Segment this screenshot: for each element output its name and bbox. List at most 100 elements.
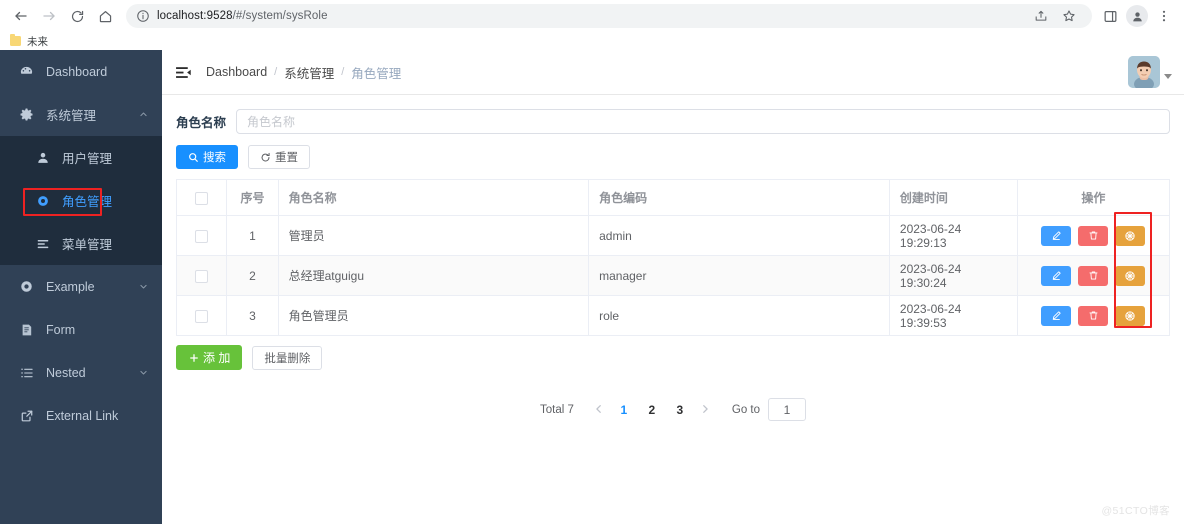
collapse-menu-icon[interactable]: [170, 59, 196, 85]
chevron-right-icon[interactable]: [694, 403, 716, 417]
address-bar[interactable]: localhost:9528/#/system/sysRole: [126, 4, 1092, 28]
sidebar-item-role-management[interactable]: 角色管理: [0, 179, 162, 222]
role-name-label: 角色名称: [176, 116, 227, 130]
assign-permission-icon[interactable]: [1115, 305, 1146, 326]
pagination-goto-input[interactable]: [768, 398, 807, 421]
search-button-label: 搜索: [203, 152, 226, 164]
sidebar-item-form[interactable]: Form: [0, 308, 162, 351]
reset-button-label: 重置: [275, 152, 298, 164]
role-table: 序号 角色名称 角色编码 创建时间 操作 1 管理员 admin 2023-06…: [175, 179, 1171, 336]
share-icon[interactable]: [1028, 3, 1054, 29]
avatar[interactable]: [1128, 56, 1160, 88]
trash-delete-icon[interactable]: [1078, 305, 1109, 326]
three-dot-menu-icon[interactable]: [1152, 4, 1176, 28]
search-button[interactable]: 搜索: [176, 145, 238, 169]
sidebar-item-nested[interactable]: Nested: [0, 351, 162, 394]
chevron-up-icon: [139, 110, 148, 119]
url-host: localhost:9528: [157, 10, 233, 22]
sidebar-item-example[interactable]: Example: [0, 265, 162, 308]
role-circle-icon: [34, 194, 51, 208]
pagination-page-3[interactable]: 3: [668, 403, 692, 417]
sidebar-item-system-management[interactable]: 系统管理: [0, 93, 162, 136]
navbar-user-area[interactable]: [1128, 56, 1172, 88]
url-text: localhost:9528/#/system/sysRole: [157, 10, 328, 22]
add-button-label: 添 加: [203, 351, 231, 365]
application-window: Dashboard 系统管理 用户管理 角色管理 菜单管理 Example Fo…: [0, 50, 1184, 524]
row-checkbox[interactable]: [195, 229, 209, 243]
nested-list-icon: [18, 366, 35, 380]
refresh-icon: [260, 152, 271, 163]
sidebar-item-label: 系统管理: [46, 109, 97, 123]
sidebar-nav: Dashboard 系统管理 用户管理 角色管理 菜单管理 Example Fo…: [0, 50, 162, 524]
batch-delete-button[interactable]: 批量删除: [252, 345, 323, 370]
pencil-edit-icon[interactable]: [1041, 265, 1072, 286]
user-icon: [34, 151, 51, 165]
table-header: 序号 角色名称 角色编码 创建时间 操作: [175, 179, 1171, 216]
reset-button[interactable]: 重置: [248, 145, 310, 169]
profile-avatar-icon[interactable]: [1126, 5, 1148, 27]
bookmark-item-label[interactable]: 未来: [27, 34, 48, 49]
pagination-page-1[interactable]: 1: [612, 403, 636, 417]
row-role-code: admin: [588, 215, 890, 256]
search-input[interactable]: [236, 109, 1170, 134]
row-checkbox[interactable]: [195, 269, 209, 283]
star-icon[interactable]: [1056, 3, 1082, 29]
main-content: Dashboard / 系统管理 / 角色管理 角色名称 角色名称 搜索 重置 …: [162, 50, 1184, 524]
row-role-code: manager: [588, 255, 890, 296]
add-button[interactable]: 添 加: [176, 345, 243, 370]
row-select-cell[interactable]: [175, 255, 228, 296]
plus-icon: [188, 352, 199, 363]
breadcrumb-item-dashboard[interactable]: Dashboard: [206, 65, 267, 79]
chevron-down-icon[interactable]: [1164, 73, 1172, 79]
table-header-index: 序号: [226, 179, 279, 216]
row-role-name: 角色管理员: [278, 295, 590, 336]
back-arrow-icon[interactable]: [8, 3, 34, 29]
trash-delete-icon[interactable]: [1078, 225, 1109, 246]
sidebar-item-dashboard[interactable]: Dashboard: [0, 50, 162, 93]
chevron-down-icon: [139, 368, 148, 377]
pagination-page-2[interactable]: 2: [640, 403, 664, 417]
search-form: 角色名称: [176, 109, 1170, 134]
sidebar-submenu-system: 用户管理 角色管理 菜单管理: [0, 136, 162, 265]
gear-icon: [18, 107, 35, 122]
table-actions: 添 加 批量删除: [176, 345, 1170, 370]
assign-permission-icon[interactable]: [1115, 225, 1146, 246]
row-select-cell[interactable]: [175, 295, 228, 336]
site-info-icon[interactable]: [136, 9, 150, 23]
table-body: 1 管理员 admin 2023-06-24 19:29:13 2 总经理atg…: [175, 215, 1171, 336]
component-icon: [18, 279, 35, 294]
sidebar-item-label: Dashboard: [46, 64, 108, 79]
chevron-left-icon[interactable]: [588, 403, 610, 417]
browser-right-icons: [1098, 4, 1176, 28]
side-panel-icon[interactable]: [1098, 4, 1122, 28]
table-row[interactable]: 1 管理员 admin 2023-06-24 19:29:13: [175, 215, 1171, 256]
reload-icon[interactable]: [64, 3, 90, 29]
sidebar-item-label: 角色管理: [62, 195, 113, 209]
chevron-down-icon: [139, 282, 148, 291]
forward-arrow-icon[interactable]: [36, 3, 62, 29]
trash-delete-icon[interactable]: [1078, 265, 1109, 286]
pagination-goto-label: Go to: [731, 403, 761, 416]
table-row[interactable]: 3 角色管理员 role 2023-06-24 19:39:53: [175, 295, 1171, 336]
table-header-created: 创建时间: [889, 179, 1018, 216]
batch-delete-label: 批量删除: [264, 352, 311, 365]
table-row[interactable]: 2 总经理atguigu manager 2023-06-24 19:30:24: [175, 255, 1171, 296]
watermark: @51CTO博客: [1101, 505, 1170, 517]
assign-permission-icon[interactable]: [1115, 265, 1146, 286]
table-header-select-all[interactable]: [175, 179, 228, 216]
row-operations: [1017, 215, 1171, 256]
sidebar-item-menu-management[interactable]: 菜单管理: [0, 222, 162, 265]
row-checkbox[interactable]: [195, 309, 209, 323]
pencil-edit-icon[interactable]: [1041, 225, 1072, 246]
pencil-edit-icon[interactable]: [1041, 305, 1072, 326]
breadcrumb-item-role: 角色管理: [351, 66, 402, 81]
sidebar-item-external-link[interactable]: External Link: [0, 394, 162, 437]
row-select-cell[interactable]: [175, 215, 228, 256]
breadcrumb-item-system[interactable]: 系统管理: [284, 63, 334, 82]
home-icon[interactable]: [92, 3, 118, 29]
browser-chrome: localhost:9528/#/system/sysRole 未来: [0, 0, 1184, 50]
row-index: 3: [226, 295, 279, 336]
select-all-checkbox[interactable]: [195, 191, 209, 205]
sidebar-item-user-management[interactable]: 用户管理: [0, 136, 162, 179]
dashboard-icon: [18, 64, 35, 79]
